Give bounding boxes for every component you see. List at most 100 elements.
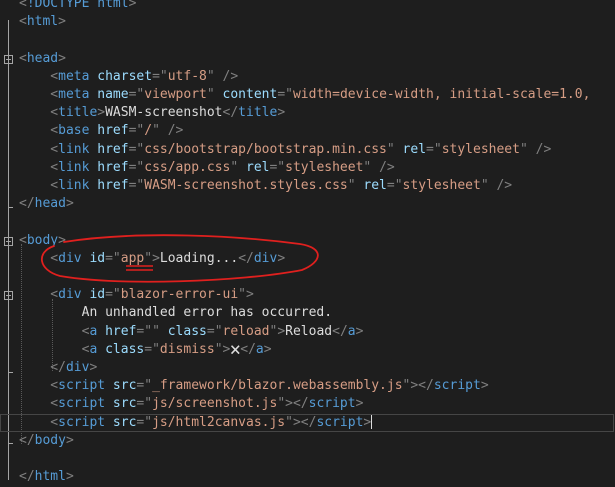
code-line-text: <!DOCTYPE html> [19,0,136,13]
code-token: href [89,159,129,175]
code-token: script [58,414,106,430]
code-token: </ [19,432,35,448]
code-token: a [347,323,356,339]
code-line[interactable]: <base href="/" /> [0,122,615,140]
code-token: "></ [285,414,317,430]
code-token: div [58,250,82,266]
code-line[interactable]: <link href="css/app.css" rel="stylesheet… [0,159,615,177]
code-token: =" [152,68,168,84]
code-line-text: </div> [19,359,97,377]
code-line-text: <base href="/" /> [19,122,183,140]
code-line[interactable]: <link href="css/bootstrap/bootstrap.min.… [0,141,615,159]
code-token: / [144,123,153,139]
code-token: html [34,469,66,485]
code-line[interactable]: <!DOCTYPE html> [0,0,615,13]
code-line[interactable]: <div id="app">Loading...</div> [0,250,615,268]
code-token: =" [269,159,286,175]
code-line[interactable]: <link href="WASM-screenshot.styles.css" … [0,177,615,195]
code-line-text: </body> [19,432,74,450]
code-line[interactable]: <script src="js/html2canvas.js"></script… [0,413,614,432]
code-token: > [277,105,286,121]
code-token: > [65,469,74,485]
code-token: "></ [402,378,434,394]
code-token: a [255,341,264,357]
code-token: id [81,287,106,303]
code-token: stylesheet [285,159,364,175]
code-token: rel [363,178,387,193]
code-token: " [206,87,223,102]
code-token: < [19,323,90,339]
code-token: script [308,396,356,412]
code-token: href [97,323,137,339]
code-line[interactable]: </head> [0,195,615,213]
code-token: =" [128,159,145,175]
code-line-text: <div id="app">Loading...</div> [19,250,285,268]
code-token: name [89,87,129,102]
code-token: =" [128,123,145,139]
code-token: div [253,250,278,266]
code-line[interactable]: <a class="dismiss">🗙</a> [0,341,615,359]
code-line[interactable]: An unhandled error has occurred. [0,304,615,322]
code-line[interactable]: <script src="js/screenshot.js"></script> [0,395,615,413]
code-line-text: <link href="css/app.css" rel="stylesheet… [19,159,394,177]
code-token: < [19,341,90,357]
code-token: > [263,341,272,357]
code-token: > [58,50,66,66]
code-token: script [58,378,106,394]
code-line[interactable]: <script src="_framework/blazor.webassemb… [0,377,615,395]
code-token: =" [105,287,121,303]
code-token: link [58,178,90,193]
code-token: css/app.css [144,159,231,175]
code-line-text: <a href="" class="reload">Reload</a> [19,323,364,341]
code-line[interactable]: <meta name="viewport" content="width=dev… [0,86,615,104]
code-line-text: <title>WASM-screenshot</title> [19,104,285,122]
collapse-icon[interactable] [4,54,13,64]
code-token: head [34,196,66,212]
code-line[interactable]: <meta charset="utf-8" /> [0,68,615,86]
code-token: 🗙 [230,341,241,357]
code-line[interactable]: <head> [0,50,615,68]
code-line[interactable] [0,213,615,231]
collapse-icon[interactable] [4,291,13,301]
code-line-text: <meta charset="utf-8" /> [19,68,238,86]
code-line[interactable]: <div id="blazor-error-ui"> [0,286,615,304]
code-token: script [316,414,364,430]
code-token: js/screenshot.js [152,396,278,412]
code-token: !DOCTYPE html [26,0,129,11]
code-token: stylesheet [402,178,481,193]
code-token: </ [19,196,35,212]
code-line[interactable]: <a href="" class="reload">Reload</a> [0,323,615,341]
code-token: ="" [136,323,168,339]
code-token: class [97,341,145,357]
code-line-text: <div id="blazor-error-ui"> [19,286,254,304]
code-line[interactable]: </div> [0,359,615,377]
code-token: rel [246,159,270,175]
code-token: head [26,50,59,66]
code-token: "> [269,323,286,339]
text-caret [371,415,373,430]
code-token: > [355,323,364,339]
code-line[interactable] [0,268,615,286]
code-line[interactable]: <body> [0,232,615,250]
code-line[interactable]: </html> [0,468,615,486]
code-token: body [26,232,59,248]
code-line[interactable] [0,31,615,49]
collapse-icon[interactable] [4,236,13,246]
code-line[interactable]: <title>WASM-screenshot</title> [0,104,615,122]
code-token: > [58,14,66,30]
code-line-text: <link href="css/bootstrap/bootstrap.min.… [19,141,551,159]
code-line[interactable]: </body> [0,432,615,450]
code-token: > [65,196,74,212]
code-token: js/html2canvas.js [152,414,286,430]
code-editor[interactable]: <!DOCTYPE html> <html> <head> <meta charse… [0,0,615,487]
code-token: =" [426,141,442,157]
code-line[interactable]: <html> [0,13,615,31]
code-token: </ [240,341,256,357]
code-token: > [128,0,137,11]
code-line[interactable] [0,450,615,468]
code-token: " [230,159,246,175]
code-token: stylesheet [441,141,520,157]
code-token: "> [144,250,160,266]
code-token: src [105,414,137,430]
code-token: </ [238,250,254,266]
